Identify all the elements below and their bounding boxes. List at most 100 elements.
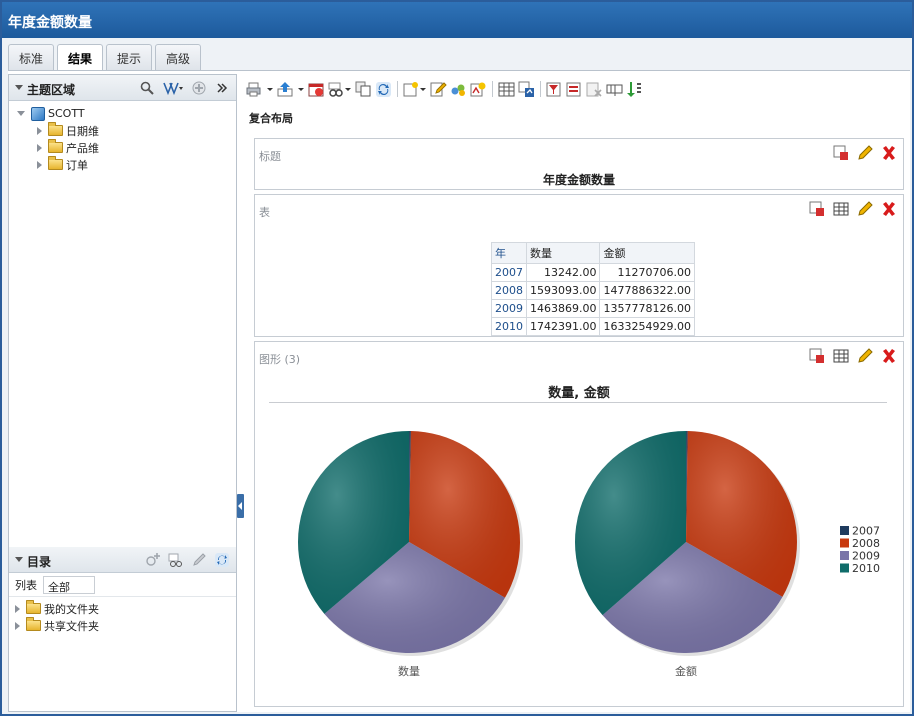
subject-area-header[interactable]: 主题区域 xyxy=(9,75,236,101)
refresh-results-icon[interactable] xyxy=(375,81,392,98)
catalog-tree: 我的文件夹 共享文件夹 xyxy=(9,597,236,634)
tree-label: 日期维 xyxy=(66,124,99,138)
compound-layout-label: 复合布局 xyxy=(249,112,293,125)
remove-icon[interactable] xyxy=(586,81,603,98)
subject-area-tree: SCOTT 日期维 产品维 订单 xyxy=(9,101,236,173)
search-icon[interactable] xyxy=(139,80,155,96)
legend-label-2008: 2008 xyxy=(852,537,880,550)
legend-swatch-2009 xyxy=(840,551,849,560)
refresh-icon[interactable] xyxy=(214,552,230,568)
cell-amount: 11270706.00 xyxy=(599,263,695,282)
tab-criteria[interactable]: 标准 xyxy=(8,44,55,70)
remove-view-icon[interactable] xyxy=(881,145,897,161)
export-dropdown-icon[interactable] xyxy=(297,81,305,98)
expand-icon[interactable] xyxy=(37,160,42,169)
expand-icon[interactable] xyxy=(15,621,20,630)
filter-options-icon[interactable] xyxy=(162,80,184,96)
format-container-icon[interactable] xyxy=(809,201,825,217)
tree-node-my-folders[interactable]: 我的文件夹 xyxy=(9,600,236,617)
list-select[interactable]: 全部 xyxy=(43,575,95,594)
schedule-icon[interactable] xyxy=(308,81,325,98)
cell-quantity: 1593093.00 xyxy=(525,281,601,300)
toolbar-separator xyxy=(540,81,541,97)
toolbar-separator xyxy=(397,81,398,97)
tree-node-shared-folders[interactable]: 共享文件夹 xyxy=(9,617,236,634)
cell-amount: 1357778126.00 xyxy=(599,299,695,318)
view-label: 表 xyxy=(259,206,270,219)
tab-prompts[interactable]: 提示 xyxy=(106,44,153,70)
catalog-header[interactable]: 目录 xyxy=(9,547,236,573)
table-view-icon[interactable] xyxy=(498,81,515,98)
add-subject-area-icon[interactable] xyxy=(191,80,207,96)
expand-icon[interactable] xyxy=(15,604,20,613)
tab-advanced[interactable]: 高级 xyxy=(155,44,202,70)
expand-icon[interactable] xyxy=(17,111,25,116)
table-view: 表 年 数量 金额 2007 13242.00 11270706.00 2008… xyxy=(254,194,904,337)
cell-amount: 1477886322.00 xyxy=(599,281,695,300)
catalog-panel: 目录 列表 全部 我的文件夹 共享文件夹 xyxy=(9,547,236,634)
table-header-row: 年 数量 金额 xyxy=(491,242,695,264)
pivot-icon[interactable] xyxy=(518,81,535,98)
cell-amount: 1633254929.00 xyxy=(599,317,695,336)
print-dropdown-icon[interactable] xyxy=(266,81,274,98)
add-calculated-item-icon[interactable] xyxy=(470,81,487,98)
copy-icon[interactable] xyxy=(355,81,372,98)
folder-icon xyxy=(26,617,41,631)
legend-label-2009: 2009 xyxy=(852,550,880,563)
export-icon[interactable] xyxy=(277,81,294,98)
tree-node-orders[interactable]: 订单 xyxy=(9,156,236,173)
expand-icon[interactable] xyxy=(37,126,42,135)
tab-results[interactable]: 结果 xyxy=(57,44,104,71)
cell-year[interactable]: 2008 xyxy=(491,281,527,300)
pane-collapse-handle[interactable] xyxy=(237,494,244,518)
view-icon[interactable] xyxy=(168,552,184,568)
folder-icon xyxy=(26,600,41,614)
pie-label: 金额 xyxy=(675,664,697,678)
table-properties-icon[interactable] xyxy=(833,201,849,217)
graph-view: 图形 (3) 数量, 金额 数量 金额 2007 2008 2009 2010 xyxy=(254,341,904,707)
window-title: 年度金额数量 xyxy=(2,2,912,38)
new-view-icon[interactable] xyxy=(403,81,427,98)
collapse-icon[interactable] xyxy=(15,557,23,562)
tab-bar: 标准 结果 提示 高级 xyxy=(8,44,204,71)
expand-more-icon[interactable] xyxy=(214,80,230,96)
pie-label: 数量 xyxy=(398,665,420,678)
add-group-icon[interactable] xyxy=(450,81,467,98)
edit-view-icon[interactable] xyxy=(857,201,873,217)
sort-icon[interactable] xyxy=(626,81,643,98)
column-header-quantity[interactable]: 数量 xyxy=(525,242,601,264)
folder-icon xyxy=(48,122,63,136)
list-label: 列表 xyxy=(15,578,37,592)
cell-year[interactable]: 2009 xyxy=(491,299,527,318)
format-container-icon[interactable] xyxy=(833,145,849,161)
add-icon[interactable] xyxy=(145,552,161,568)
selection-steps-icon[interactable] xyxy=(566,81,583,98)
preview-icon[interactable] xyxy=(328,81,352,98)
view-label: 标题 xyxy=(259,150,281,163)
toolbar-separator xyxy=(492,81,493,97)
collapse-icon[interactable] xyxy=(15,85,23,90)
folder-icon xyxy=(48,156,63,170)
legend-label-2010: 2010 xyxy=(852,562,880,575)
tree-node-date-dimension[interactable]: 日期维 xyxy=(9,122,236,139)
filter-icon[interactable] xyxy=(546,81,563,98)
column-header-amount[interactable]: 金额 xyxy=(599,242,695,264)
title-view: 标题 年度金额数量 xyxy=(254,138,904,190)
expand-icon[interactable] xyxy=(37,143,42,152)
tree-node-scott[interactable]: SCOTT xyxy=(9,105,236,122)
cell-quantity: 1463869.00 xyxy=(525,299,601,318)
column-header-year[interactable]: 年 xyxy=(491,242,527,264)
tree-node-product-dimension[interactable]: 产品维 xyxy=(9,139,236,156)
edit-view-icon[interactable] xyxy=(430,81,447,98)
edit-view-icon[interactable] xyxy=(857,145,873,161)
catalog-title: 目录 xyxy=(27,555,52,569)
print-icon[interactable] xyxy=(246,81,263,98)
table-row: 2007 13242.00 11270706.00 xyxy=(491,263,695,282)
remove-view-icon[interactable] xyxy=(881,201,897,217)
cell-year[interactable]: 2010 xyxy=(491,317,527,336)
cell-year[interactable]: 2007 xyxy=(491,263,527,282)
folder-icon xyxy=(48,139,63,153)
edit-icon[interactable] xyxy=(191,552,207,568)
column-properties-icon[interactable] xyxy=(606,81,623,98)
subject-area-icon xyxy=(31,106,45,121)
